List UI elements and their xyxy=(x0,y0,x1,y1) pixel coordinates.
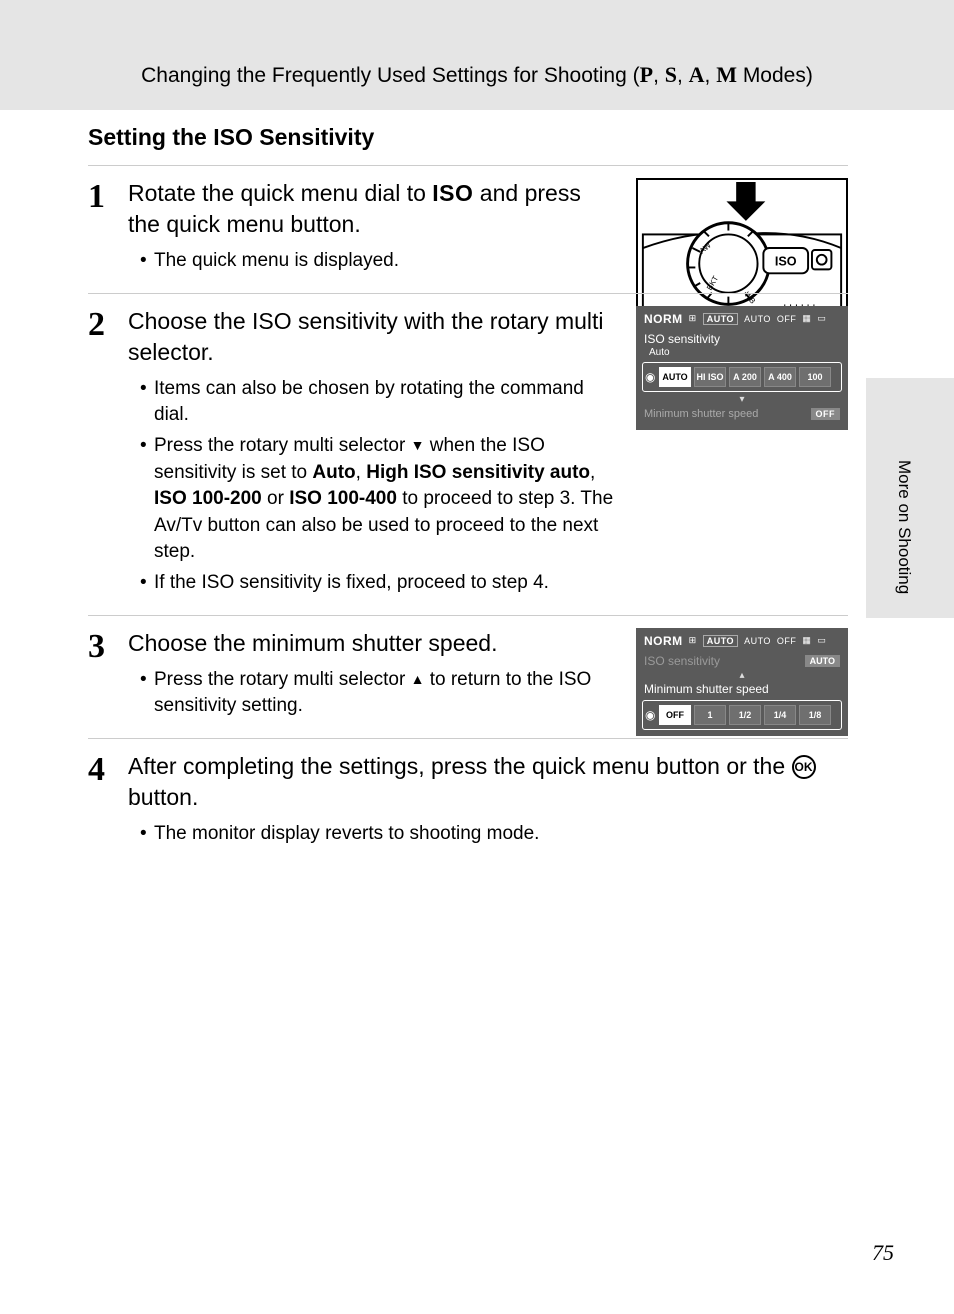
s4-head-a: After completing the settings, press the… xyxy=(128,753,792,779)
step-2-bullet-3: If the ISO sensitivity is fixed, proceed… xyxy=(140,570,618,597)
iso-glyph: ISO xyxy=(432,180,473,206)
step-2-bullet-1: Items can also be chosen by rotating the… xyxy=(140,376,618,429)
s2b2-d: , xyxy=(590,462,595,483)
lcd-norm: NORM xyxy=(644,312,683,326)
lcd-off: OFF xyxy=(777,314,797,324)
step-2-figure: NORM ⊞ AUTO AUTO OFF ▦ ▭ ISO sensitivity… xyxy=(636,306,848,430)
mode-m: M xyxy=(716,62,737,87)
step-4-heading: After completing the settings, press the… xyxy=(128,751,848,813)
lcd-min-label: Minimum shutter speed xyxy=(644,408,758,420)
mode-a: A xyxy=(689,62,705,87)
iso-cell-hi: HI ISO xyxy=(694,367,726,387)
lcd-panel-iso: NORM ⊞ AUTO AUTO OFF ▦ ▭ ISO sensitivity… xyxy=(636,306,848,430)
shutter-cell-off: OFF xyxy=(659,705,691,725)
s2b2-a: Press the rotary multi selector xyxy=(154,435,411,456)
step-2-number: 2 xyxy=(88,308,128,342)
step-3-figure: NORM ⊞ AUTO AUTO OFF ▦ ▭ ISO sensitivity… xyxy=(636,628,848,736)
step-2-heading: Choose the ISO sensitivity with the rota… xyxy=(128,306,618,368)
step-4-number: 4 xyxy=(88,753,128,787)
step-2: 2 Choose the ISO sensitivity with the ro… xyxy=(88,293,848,615)
shutter-cell-1: 1 xyxy=(694,705,726,725)
dial-iso-text: ISO xyxy=(775,255,797,269)
s2b2-e: or xyxy=(262,488,289,509)
lcd-pict-icon: ⊞ xyxy=(689,313,697,324)
lcd2-off: OFF xyxy=(777,636,797,646)
section-title: Setting the ISO Sensitivity xyxy=(88,124,848,151)
header-prefix: Changing the Frequently Used Settings fo… xyxy=(141,64,639,87)
step-1-bullet-1: The quick menu is displayed. xyxy=(140,248,618,275)
lcd-frame-icon: ▭ xyxy=(817,313,826,324)
shutter-cell-1-2: 1/2 xyxy=(729,705,761,725)
step-1-number: 1 xyxy=(88,180,128,214)
lcd-min-badge: OFF xyxy=(811,408,841,420)
s3b1-a: Press the rotary multi selector xyxy=(154,669,411,690)
page-number: 75 xyxy=(872,1240,894,1266)
s2b2-c: , xyxy=(356,462,367,483)
step-4: 4 After completing the settings, press t… xyxy=(88,738,848,866)
lcd2-frame-icon: ▭ xyxy=(817,635,826,646)
step-1-heading: Rotate the quick menu dial to ISO and pr… xyxy=(128,178,618,240)
rotary-icon: ◉ xyxy=(645,367,659,387)
lcd2-min-label: Minimum shutter speed xyxy=(636,680,848,698)
lcd-sublabel-auto: Auto xyxy=(649,347,670,358)
iso-cell-100: 100 xyxy=(799,367,831,387)
lcd-auto-selected: AUTO xyxy=(703,313,738,325)
shutter-cell-1-4: 1/4 xyxy=(764,705,796,725)
lcd2-iso-row: ISO sensitivity AUTO xyxy=(636,652,848,670)
lcd-iso-label: ISO sensitivity xyxy=(636,330,848,348)
lcd2-pict-icon: ⊞ xyxy=(689,635,697,646)
lcd2-norm: NORM xyxy=(644,634,683,648)
s2b2-b4: ISO 100-400 xyxy=(289,488,397,509)
step-1: 1 Rotate the quick menu dial to ISO and … xyxy=(88,165,848,293)
s2b2-b3: ISO 100-200 xyxy=(154,488,262,509)
ok-button-icon: OK xyxy=(792,755,816,779)
lcd2-iso-label: ISO sensitivity xyxy=(644,654,720,668)
step-2-bullet-2: Press the rotary multi selector ▼ when t… xyxy=(140,433,618,566)
s2b2-b1: Auto xyxy=(312,462,355,483)
shutter-cell-1-8: 1/8 xyxy=(799,705,831,725)
lcd2-auto-selected: AUTO xyxy=(703,635,738,647)
side-tab-label: More on Shooting xyxy=(894,460,914,594)
iso-cell-auto: AUTO xyxy=(659,367,691,387)
lcd-arrow-down-icon: ▾ xyxy=(636,394,848,404)
lcd-panel-shutter: NORM ⊞ AUTO AUTO OFF ▦ ▭ ISO sensitivity… xyxy=(636,628,848,736)
lcd-meter-icon: ▦ xyxy=(802,313,811,324)
step-3: 3 Choose the minimum shutter speed. Pres… xyxy=(88,615,848,738)
header-background xyxy=(0,0,954,110)
lcd-auto: AUTO xyxy=(744,314,771,324)
step-3-heading: Choose the minimum shutter speed. xyxy=(128,628,618,659)
step-3-bullet-1: Press the rotary multi selector ▲ to ret… xyxy=(140,667,618,720)
header-suffix: Modes) xyxy=(737,64,813,87)
step-3-number: 3 xyxy=(88,630,128,664)
lcd2-meter-icon: ▦ xyxy=(802,635,811,646)
s2b2-b2: High ISO sensitivity auto xyxy=(366,462,590,483)
mode-p: P xyxy=(640,62,653,87)
s4-head-b: button. xyxy=(128,784,198,810)
lcd2-auto: AUTO xyxy=(744,636,771,646)
ok-text: OK xyxy=(795,759,813,775)
iso-cell-400: A 400 xyxy=(764,367,796,387)
step-1-head-a: Rotate the quick menu dial to xyxy=(128,180,432,206)
step-4-bullet-1: The monitor display reverts to shooting … xyxy=(140,821,848,848)
lcd2-arrow-up-icon: ▴ xyxy=(636,670,848,680)
mode-s: S xyxy=(665,62,677,87)
page-header: Changing the Frequently Used Settings fo… xyxy=(0,62,954,88)
lcd2-iso-badge: AUTO xyxy=(805,655,840,667)
rotary-icon-2: ◉ xyxy=(645,705,659,725)
down-triangle-icon: ▼ xyxy=(411,436,425,456)
lcd-min-row: Minimum shutter speed OFF xyxy=(636,404,848,426)
iso-cell-200: A 200 xyxy=(729,367,761,387)
up-triangle-icon: ▲ xyxy=(411,670,425,690)
